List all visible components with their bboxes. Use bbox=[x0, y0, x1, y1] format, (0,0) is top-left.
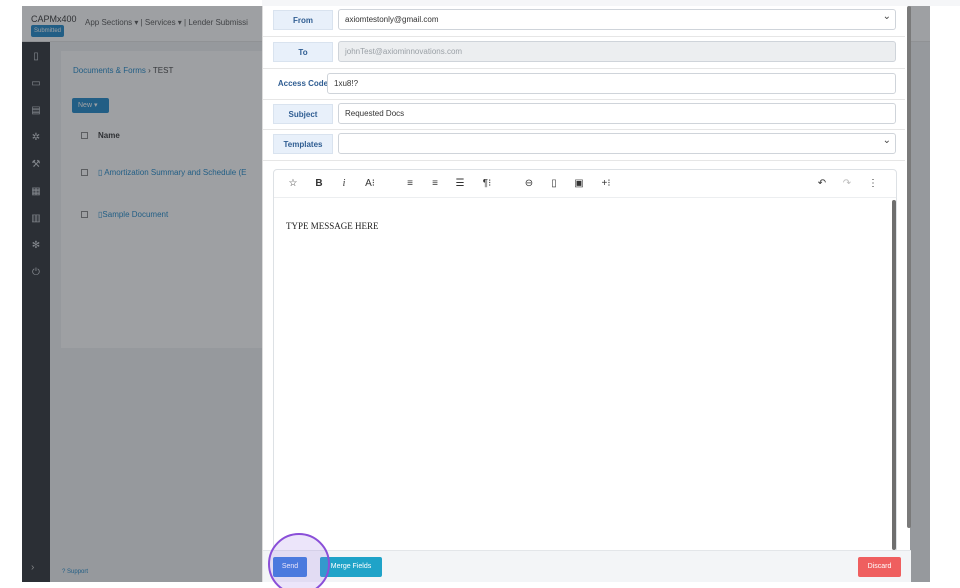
templates-select[interactable] bbox=[338, 131, 896, 154]
panel-scrollbar[interactable] bbox=[907, 6, 911, 528]
access-code-row: Access Code 1xu8!? bbox=[263, 70, 905, 101]
access-code-field[interactable]: 1xu8!? bbox=[327, 73, 896, 94]
click-highlight-ring bbox=[268, 533, 330, 588]
more-options-icon[interactable]: ⋮ bbox=[866, 177, 880, 191]
subject-field[interactable]: Requested Docs bbox=[338, 103, 896, 124]
subject-label: Subject bbox=[273, 104, 333, 124]
editor-scrollbar[interactable] bbox=[892, 200, 896, 550]
to-row: To johnTest@axiominnovations.com bbox=[263, 38, 905, 69]
align-center-icon[interactable]: ≡ bbox=[428, 177, 442, 191]
paragraph-icon[interactable]: ¶⁝ bbox=[478, 177, 496, 191]
editor-body-text[interactable]: TYPE MESSAGE HERE bbox=[286, 221, 379, 231]
rich-text-editor[interactable]: ☆ B i A⁝ ≡ ≡ ☰ ¶⁝ ⊖ ▯ ▣ +⁝ ↶ ↷ ⋮ TYPE ME… bbox=[273, 169, 897, 553]
link-icon[interactable]: ⊖ bbox=[521, 177, 537, 191]
font-size-icon[interactable]: A⁝ bbox=[361, 177, 379, 191]
from-select[interactable]: axiomtestonly@gmail.com bbox=[338, 7, 896, 30]
star-icon[interactable]: ☆ bbox=[286, 177, 300, 191]
access-code-label: Access Code bbox=[277, 79, 329, 88]
divider bbox=[263, 68, 905, 69]
to-label: To bbox=[273, 42, 333, 62]
compose-footer: Send Merge Fields Discard bbox=[263, 550, 911, 582]
subject-row: Subject Requested Docs bbox=[263, 100, 905, 131]
templates-label: Templates bbox=[273, 134, 333, 154]
italic-icon[interactable]: i bbox=[337, 177, 351, 191]
discard-button[interactable]: Discard bbox=[858, 557, 901, 577]
from-row: From axiomtestonly@gmail.com bbox=[263, 6, 905, 37]
divider bbox=[263, 36, 905, 37]
align-left-icon[interactable]: ≡ bbox=[403, 177, 417, 191]
bold-icon[interactable]: B bbox=[312, 177, 326, 191]
divider bbox=[263, 160, 905, 161]
file-icon[interactable]: ▯ bbox=[547, 177, 561, 191]
from-label: From bbox=[273, 10, 333, 30]
email-compose-panel: From axiomtestonly@gmail.com To johnTest… bbox=[262, 6, 911, 582]
undo-icon[interactable]: ↶ bbox=[815, 177, 829, 191]
ordered-list-icon[interactable]: ☰ bbox=[453, 177, 467, 191]
redo-icon[interactable]: ↷ bbox=[840, 177, 854, 191]
insert-more-icon[interactable]: +⁝ bbox=[597, 177, 615, 191]
image-icon[interactable]: ▣ bbox=[572, 177, 586, 191]
editor-toolbar: ☆ B i A⁝ ≡ ≡ ☰ ¶⁝ ⊖ ▯ ▣ +⁝ ↶ ↷ ⋮ bbox=[274, 170, 896, 198]
to-field[interactable]: johnTest@axiominnovations.com bbox=[338, 41, 896, 62]
templates-row: Templates bbox=[263, 130, 905, 161]
